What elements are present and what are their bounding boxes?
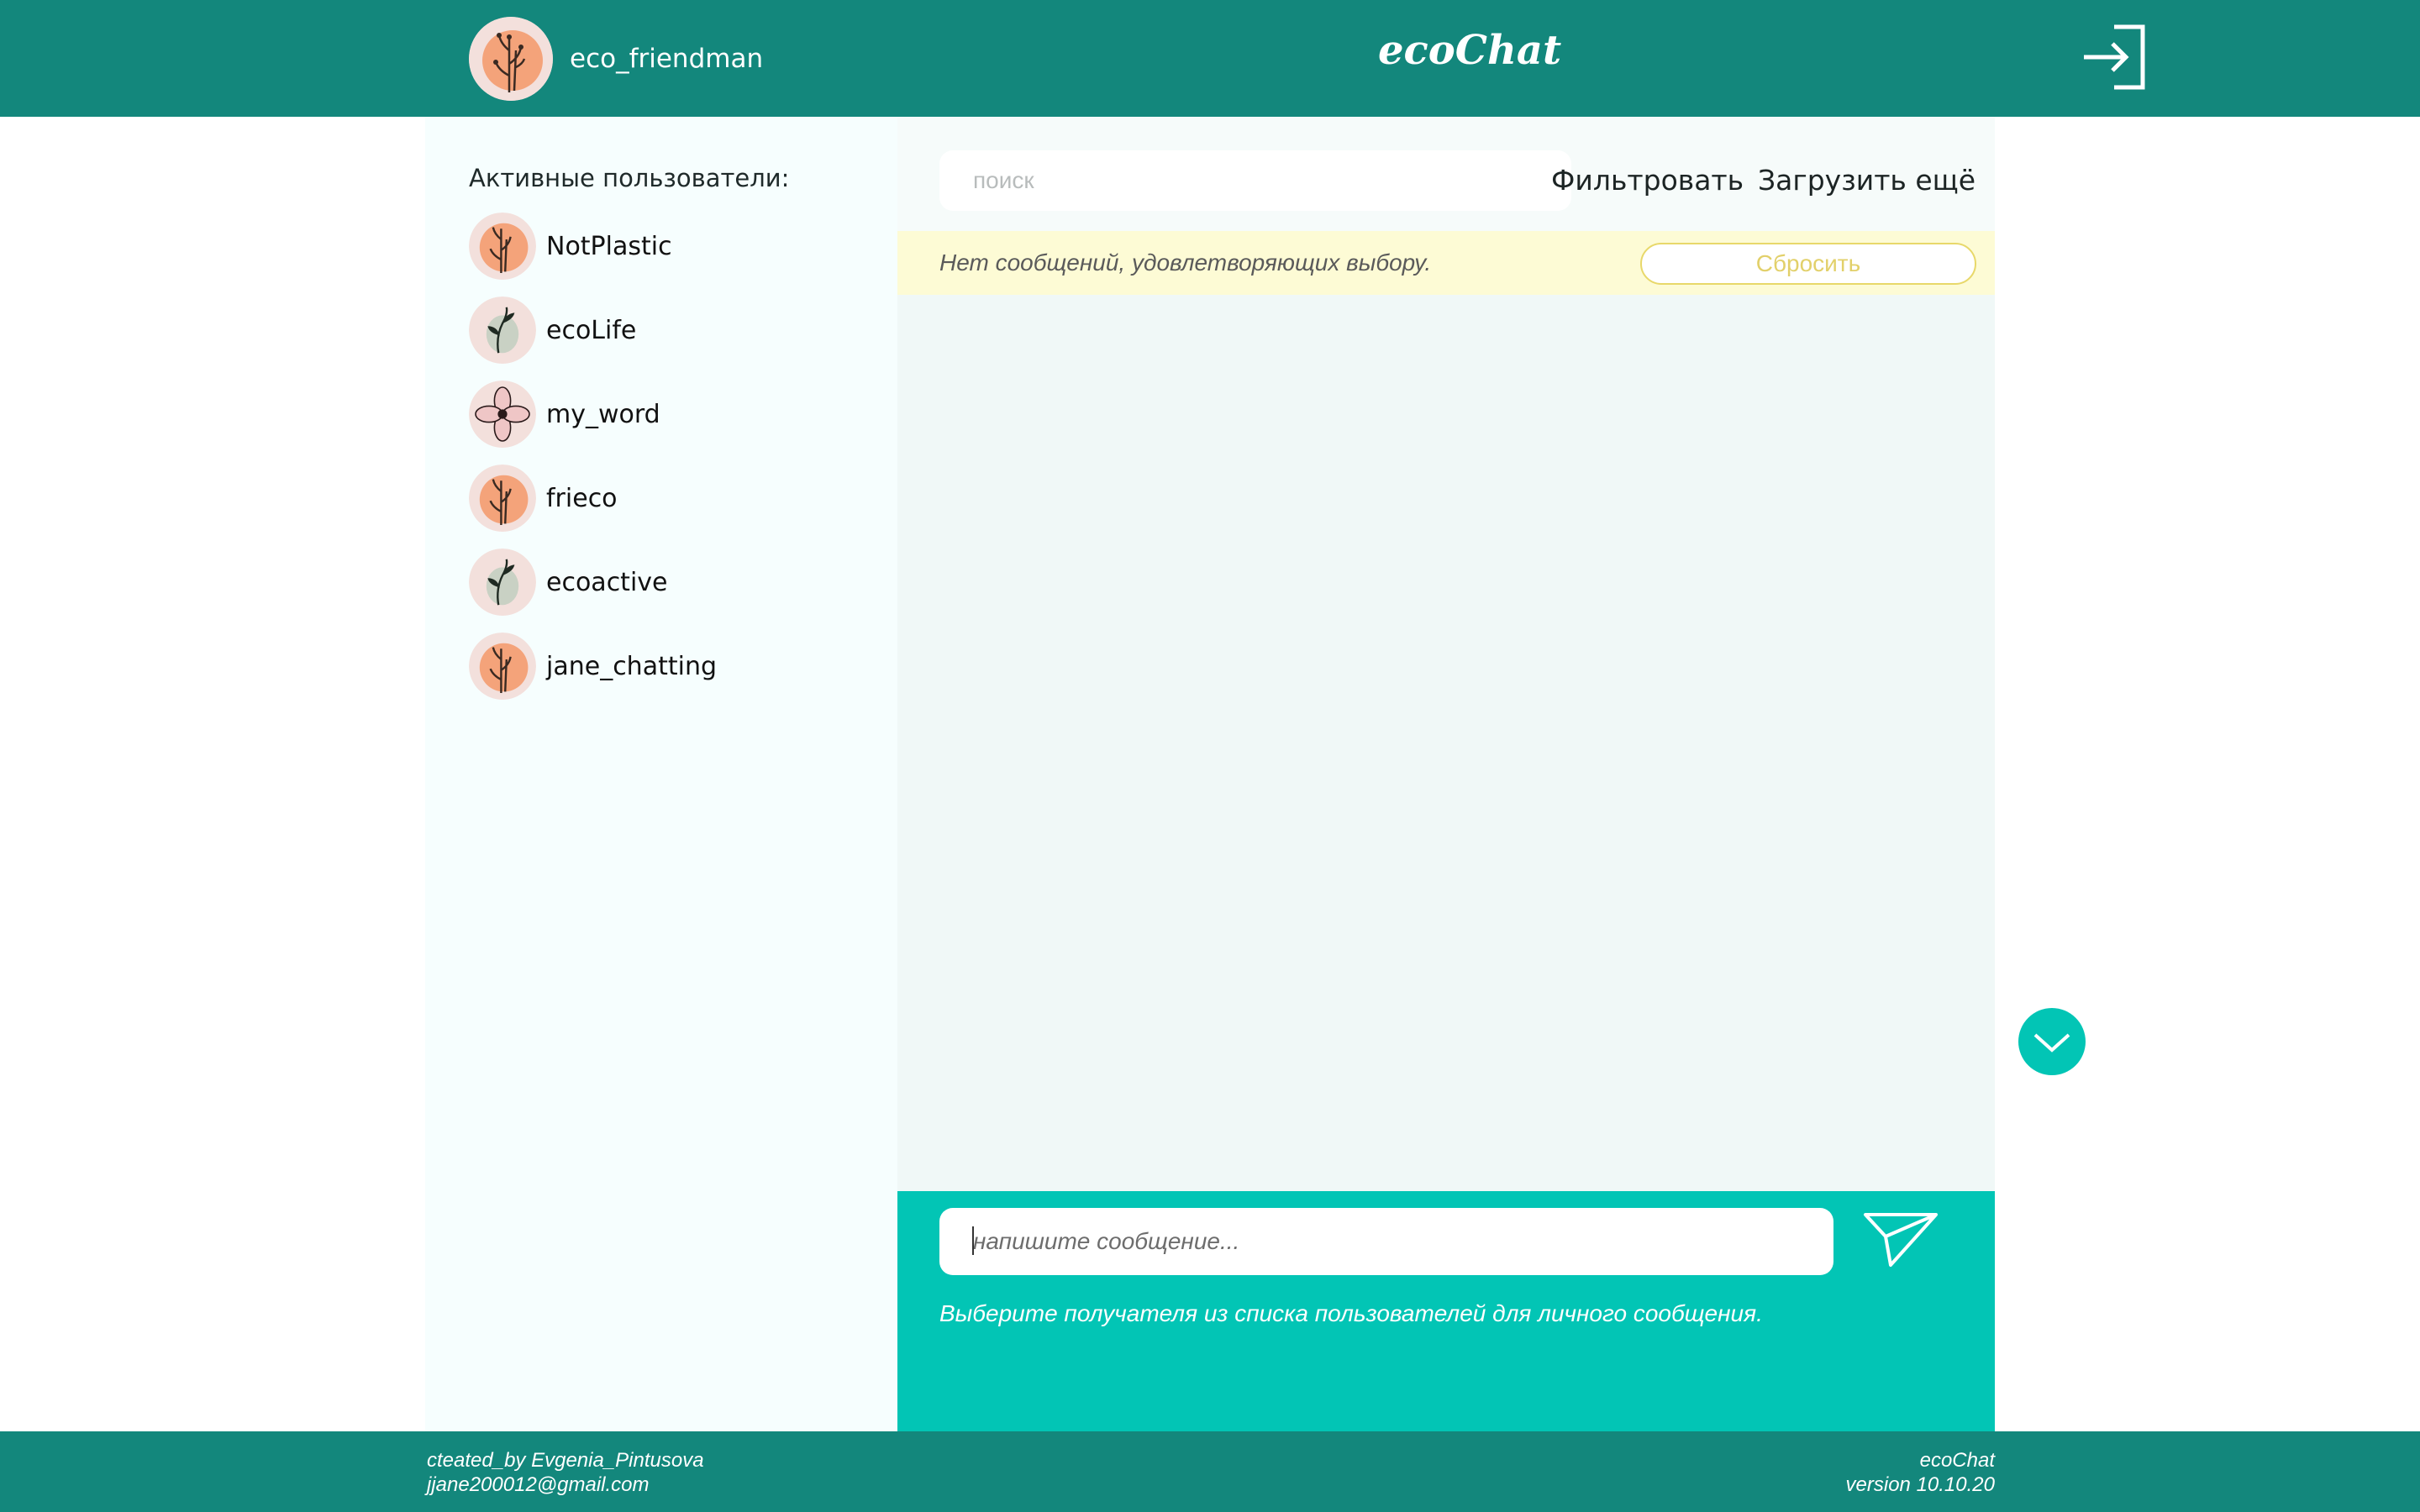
login-arrow-icon[interactable] <box>2081 24 2148 91</box>
app-header: eco_friendman ecoChat <box>0 0 2420 117</box>
avatar <box>469 297 536 364</box>
flower-avatar-icon <box>469 633 536 700</box>
user-list-item[interactable]: my_word <box>469 381 717 448</box>
avatar[interactable] <box>469 17 553 101</box>
user-name: my_word <box>546 399 660 429</box>
send-button[interactable] <box>1862 1206 1939 1273</box>
message-input[interactable] <box>939 1208 1833 1275</box>
load-more-button[interactable]: Загрузить ещё <box>1758 164 1975 197</box>
flower-avatar-icon <box>469 17 553 101</box>
user-list: NotPlastic ecoLife my_word frieco ecoact… <box>469 213 717 717</box>
user-list-item[interactable]: ecoactive <box>469 549 717 616</box>
footer-app-name: ecoChat <box>1919 1449 1995 1472</box>
chevron-down-icon <box>2033 1033 2070 1053</box>
chat-area: Фильтровать Загрузить ещё Нет сообщений,… <box>897 117 1995 1191</box>
footer-email[interactable]: jjane200012@gmail.com <box>427 1473 704 1497</box>
avatar <box>469 633 536 700</box>
user-name: ecoLife <box>546 315 637 345</box>
scroll-down-button[interactable] <box>2018 1008 2086 1075</box>
user-list-item[interactable]: jane_chatting <box>469 633 717 700</box>
composer-hint: Выберите получателя из списка пользовате… <box>939 1300 1763 1326</box>
current-username: eco_friendman <box>570 44 764 74</box>
reset-button[interactable]: Сбросить <box>1640 243 1976 285</box>
app-title: ecoChat <box>1378 27 1562 74</box>
flower-avatar-icon <box>469 213 536 280</box>
user-name: NotPlastic <box>546 231 672 261</box>
user-name: ecoactive <box>546 567 668 597</box>
footer-version: version 10.10.20 <box>1845 1473 1995 1496</box>
user-list-item[interactable]: ecoLife <box>469 297 717 364</box>
notice-text: Нет сообщений, удовлетворяющих выбору. <box>939 249 1432 276</box>
footer-author: cteated_by Evgenia_Pintusova <box>427 1449 704 1472</box>
filter-button[interactable]: Фильтровать <box>1551 164 1744 197</box>
flower-avatar-icon <box>469 465 536 532</box>
avatar <box>469 381 536 448</box>
sidebar-title: Активные пользователи: <box>469 164 790 192</box>
footer-version-info: ecoChat version 10.10.20 <box>1846 1448 1995 1497</box>
user-name: jane_chatting <box>546 651 717 681</box>
footer-credits: cteated_by Evgenia_Pintusova jjane200012… <box>427 1448 704 1497</box>
app-footer: cteated_by Evgenia_Pintusova jjane200012… <box>0 1431 2420 1512</box>
pink-flower-avatar-icon <box>469 381 536 448</box>
empty-results-notice: Нет сообщений, удовлетворяющих выбору. С… <box>897 231 1995 295</box>
avatar <box>469 465 536 532</box>
user-list-item[interactable]: NotPlastic <box>469 213 717 280</box>
user-list-item[interactable]: frieco <box>469 465 717 532</box>
current-user[interactable]: eco_friendman <box>469 17 763 101</box>
message-composer: Выберите получателя из списка пользовате… <box>897 1191 1995 1431</box>
leaf-avatar-icon <box>469 297 536 364</box>
search-input[interactable] <box>939 150 1571 211</box>
user-name: frieco <box>546 483 618 513</box>
avatar <box>469 213 536 280</box>
avatar <box>469 549 536 616</box>
chat-toolbar: Фильтровать Загрузить ещё <box>897 117 1995 231</box>
active-users-sidebar: Активные пользователи: NotPlastic ecoLif… <box>425 117 897 1431</box>
paper-plane-icon <box>1864 1213 1938 1267</box>
text-caret <box>972 1226 974 1255</box>
leaf-avatar-icon <box>469 549 536 616</box>
